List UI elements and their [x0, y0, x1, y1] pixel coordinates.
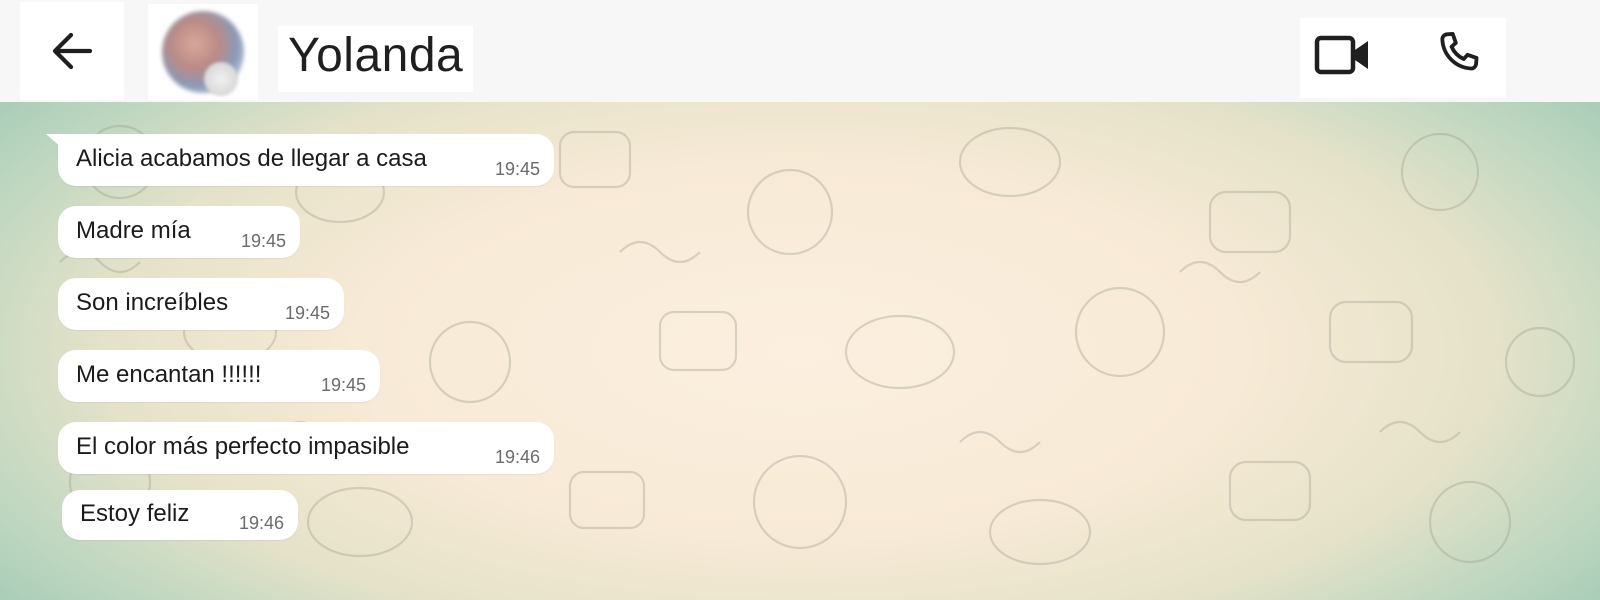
message-bubble[interactable]: Madre mía 19:45 [58, 206, 300, 258]
message-bubble[interactable]: Alicia acabamos de llegar a casa 19:45 [58, 134, 554, 186]
arrow-back-icon [52, 32, 93, 70]
message-text: Madre mía [76, 217, 191, 244]
chat-header: Yolanda [0, 0, 1600, 102]
message-text: Son increíbles [76, 289, 229, 316]
voice-call-button[interactable] [1424, 20, 1494, 90]
avatar-status-badge [204, 62, 238, 96]
message-time: 19:45 [320, 375, 366, 395]
chat-window: Yolanda Alicia acabamos de llegar a casa… [0, 0, 1600, 600]
message-bubble[interactable]: Estoy feliz 19:46 [62, 490, 298, 540]
back-button[interactable] [20, 2, 124, 100]
message-bubble[interactable]: Me encantan !!!!!! 19:45 [58, 350, 380, 402]
message-text: Estoy feliz [80, 500, 190, 527]
message-time: 19:46 [494, 447, 540, 467]
video-camera-icon [1314, 35, 1368, 75]
phone-icon [1440, 31, 1479, 71]
message-time: 19:46 [238, 513, 284, 533]
message-text: El color más perfecto impasible [76, 433, 410, 460]
contact-avatar-container[interactable] [148, 4, 258, 100]
message-bubble[interactable]: Son increíbles 19:45 [58, 278, 344, 330]
contact-name[interactable]: Yolanda [278, 26, 474, 92]
message-text: Alicia acabamos de llegar a casa [76, 145, 427, 172]
message-time: 19:45 [284, 303, 330, 323]
message-bubble[interactable]: El color más perfecto impasible 19:46 [58, 422, 554, 474]
message-time: 19:45 [494, 159, 540, 179]
video-call-button[interactable] [1308, 20, 1378, 90]
message-time: 19:45 [240, 231, 286, 251]
message-text: Me encantan !!!!!! [76, 361, 262, 388]
